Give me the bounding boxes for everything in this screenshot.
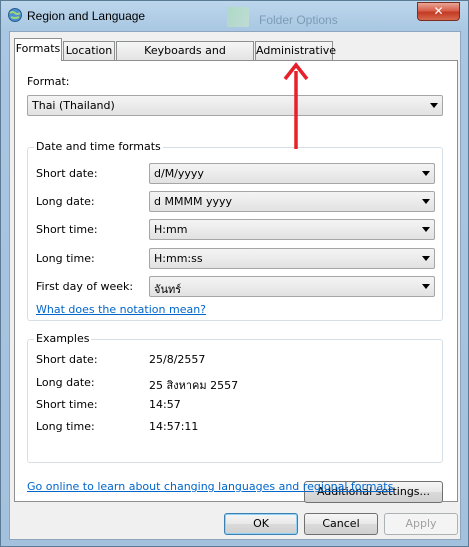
chevron-down-icon (422, 199, 430, 204)
short-time-select[interactable]: H:mm (149, 219, 435, 240)
date-time-group-title: Date and time formats (34, 140, 163, 153)
chevron-down-icon (422, 171, 430, 176)
format-select-value: Thai (Thailand) (32, 99, 115, 112)
long-date-label: Long date: (36, 195, 95, 208)
example-short-date-label: Short date: (36, 353, 98, 366)
online-help-link[interactable]: Go online to learn about changing langua… (27, 480, 393, 493)
example-short-date-value: 25/8/2557 (149, 353, 206, 366)
first-day-of-week-value: จันทร์ (154, 283, 182, 296)
long-time-value: H:mm:ss (154, 252, 203, 265)
dialog-client-area: Formats Location Keyboards and Languages… (9, 31, 461, 540)
examples-group-title: Examples (34, 332, 92, 345)
chevron-down-icon (422, 227, 430, 232)
format-select[interactable]: Thai (Thailand) (27, 95, 443, 116)
notation-help-link[interactable]: What does the notation mean? (36, 303, 206, 316)
first-day-of-week-select[interactable]: จันทร์ (149, 276, 435, 297)
red-arrow-annotation (283, 62, 309, 149)
short-time-value: H:mm (154, 223, 188, 236)
tab-formats[interactable]: Formats (14, 38, 62, 61)
cancel-button[interactable]: Cancel (304, 513, 378, 535)
long-time-label: Long time: (36, 252, 95, 265)
long-time-select[interactable]: H:mm:ss (149, 248, 435, 269)
tab-keyboards-and-languages[interactable]: Keyboards and Languages (116, 41, 254, 74)
background-folder-icon (227, 7, 249, 27)
short-date-value: d/M/yyyy (154, 167, 204, 180)
tab-administrative[interactable]: Administrative (255, 41, 336, 60)
example-short-time-value: 14:57 (149, 398, 181, 411)
example-short-time-label: Short time: (36, 398, 98, 411)
example-long-date-value: 25 สิงหาคม 2557 (149, 379, 239, 392)
chevron-down-icon (430, 103, 438, 108)
long-date-select[interactable]: d MMMM yyyy (149, 191, 435, 212)
example-long-time-value: 14:57:11 (149, 420, 199, 433)
region-language-window: Region and Language Folder Options ✕ For… (0, 0, 469, 547)
short-date-select[interactable]: d/M/yyyy (149, 163, 435, 184)
first-day-of-week-label: First day of week: (36, 280, 134, 293)
formats-panel: Format: Thai (Thailand) Date and time fo… (14, 60, 458, 503)
examples-group: Examples Short date: 25/8/2557 Long date… (27, 332, 443, 463)
globe-icon (8, 8, 22, 22)
long-date-value: d MMMM yyyy (154, 195, 232, 208)
format-label: Format: (27, 75, 70, 88)
short-date-label: Short date: (36, 167, 98, 180)
tab-location[interactable]: Location (63, 41, 115, 60)
date-time-formats-group: Date and time formats Short date: d/M/yy… (27, 140, 443, 321)
apply-button[interactable]: Apply (384, 513, 458, 535)
chevron-down-icon (422, 256, 430, 261)
close-button[interactable]: ✕ (417, 2, 460, 21)
example-long-time-label: Long time: (36, 420, 95, 433)
chevron-down-icon (422, 284, 430, 289)
example-long-date-label: Long date: (36, 376, 95, 389)
ok-button[interactable]: OK (224, 513, 298, 535)
short-time-label: Short time: (36, 223, 98, 236)
window-title: Region and Language (27, 9, 146, 23)
background-window-title: Folder Options (259, 13, 338, 27)
title-bar[interactable]: Region and Language Folder Options ✕ (1, 1, 468, 31)
